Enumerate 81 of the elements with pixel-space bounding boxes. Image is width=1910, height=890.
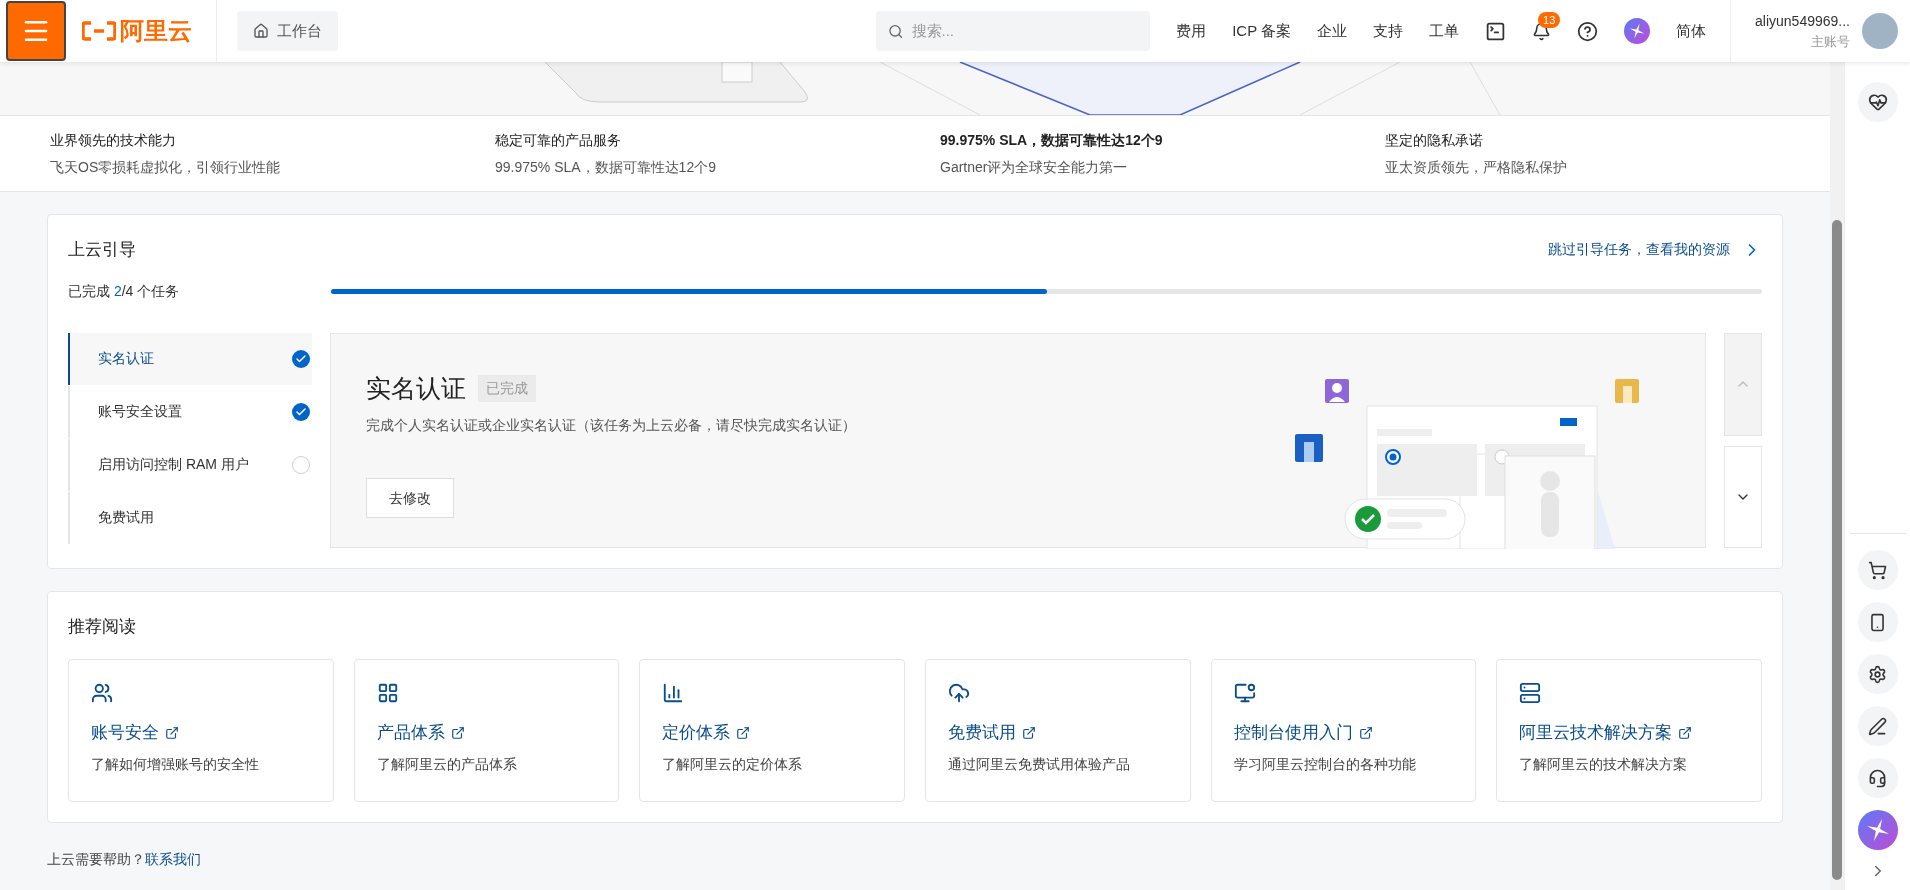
logo-icon: [82, 21, 116, 41]
cloud-upload-icon: [948, 682, 970, 704]
account-name[interactable]: aliyun549969...: [1755, 10, 1850, 32]
article-description: 了解阿里云的定价体系: [662, 754, 804, 774]
article-card[interactable]: 产品体系 了解阿里云的产品体系: [353, 659, 620, 802]
heart-pulse-icon[interactable]: [1867, 92, 1888, 112]
progress-text: 已完成 2/4 个任务: [68, 281, 181, 301]
nav-link[interactable]: 企业: [1317, 19, 1348, 43]
language-link[interactable]: 简体: [1676, 19, 1707, 43]
menu-button[interactable]: [6, 1, 66, 61]
article-description: 了解阿里云的产品体系: [376, 754, 518, 774]
contact-link[interactable]: 联系我们: [145, 851, 201, 867]
scrollbar-thumb[interactable]: [1832, 220, 1842, 880]
status-badge: 已完成: [478, 374, 536, 402]
bar-chart-icon: [662, 682, 685, 704]
nav-link[interactable]: ICP 备案: [1232, 19, 1292, 43]
nav-link[interactable]: 费用: [1176, 19, 1207, 43]
task-description: 完成个人实名认证或企业实名认证（该任务为上云必备，请尽快完成实名认证）: [366, 416, 856, 435]
external-link-icon: [1678, 725, 1693, 740]
article-card[interactable]: 阿里云技术解决方案 了解阿里云的技术解决方案: [1496, 659, 1762, 802]
monitor-icon: [1233, 682, 1256, 704]
feature-title: 稳定可靠的产品服务: [495, 130, 622, 150]
article-description: 了解如何增强账号的安全性: [91, 754, 260, 774]
section-title: 上云引导: [68, 239, 136, 261]
account-role: 主账号: [1811, 32, 1850, 51]
task-item[interactable]: 启用访问控制 RAM 用户: [68, 438, 312, 491]
home-icon: [253, 23, 269, 39]
article-card[interactable]: 账号安全 了解如何增强账号的安全性: [68, 659, 334, 802]
external-link-icon: [736, 725, 751, 740]
phone-icon[interactable]: [1868, 612, 1887, 632]
skip-guide-link[interactable]: 跳过引导任务，查看我的资源: [1548, 239, 1762, 261]
external-link-icon: [1022, 725, 1036, 740]
logo-text: 阿里云: [120, 16, 192, 46]
feature-subtitle: 亚太资质领先，严格隐私保护: [1385, 157, 1568, 177]
scrollbar[interactable]: [1830, 62, 1844, 890]
workspace-button[interactable]: 工作台: [237, 11, 338, 51]
terminal-icon[interactable]: [1485, 20, 1507, 42]
article-link[interactable]: 定价体系: [662, 720, 882, 746]
help-text: 上云需要帮助？: [47, 851, 145, 867]
article-card[interactable]: 控制台使用入门 学习阿里云控制台的各种功能: [1210, 659, 1477, 802]
search-bar[interactable]: 搜索...: [876, 11, 1151, 51]
task-item[interactable]: 免费试用: [68, 491, 312, 544]
settings-icon[interactable]: [1868, 664, 1887, 684]
notification-badge: 13: [1538, 11, 1561, 28]
feature-title: 坚定的隐私承诺: [1385, 130, 1484, 150]
external-link-icon: [1358, 725, 1373, 740]
people-icon: [91, 682, 113, 704]
search-input[interactable]: 搜索...: [911, 19, 1139, 43]
article-link[interactable]: 阿里云技术解决方案: [1519, 720, 1739, 746]
assistant-icon[interactable]: [1624, 18, 1651, 44]
article-link[interactable]: 控制台使用入门: [1233, 720, 1454, 746]
article-description: 了解阿里云的技术解决方案: [1519, 754, 1689, 774]
task-item[interactable]: 账号安全设置: [68, 385, 312, 438]
article-description: 通过阿里云免费试用体验产品: [948, 754, 1131, 774]
task-item[interactable]: 实名认证: [68, 332, 312, 385]
external-link-icon: [165, 725, 179, 740]
article-card[interactable]: 免费试用 通过阿里云免费试用体验产品: [925, 659, 1191, 802]
article-description: 学习阿里云控制台的各种功能: [1233, 754, 1417, 774]
cart-icon[interactable]: [1868, 560, 1887, 580]
article-card[interactable]: 定价体系 了解阿里云的定价体系: [639, 659, 905, 802]
article-link[interactable]: 产品体系: [376, 720, 597, 746]
external-link-icon: [450, 725, 465, 740]
task-title: 实名认证: [366, 372, 466, 404]
feature-subtitle: 99.975% SLA，数据可靠性达12个9: [495, 157, 717, 177]
feature-title: 99.975% SLA，数据可靠性达12个9: [940, 130, 1164, 150]
nav-link[interactable]: 支持: [1373, 19, 1404, 43]
headset-icon[interactable]: [1868, 768, 1887, 788]
feature-title: 业界领先的技术能力: [50, 130, 177, 150]
help-icon[interactable]: [1577, 20, 1599, 42]
modify-button[interactable]: 去修改: [366, 478, 454, 518]
nav-link[interactable]: 工单: [1429, 19, 1460, 43]
grid-icon: [376, 682, 399, 704]
server-icon: [1519, 682, 1542, 704]
article-link[interactable]: 免费试用: [948, 720, 1168, 746]
pen-icon[interactable]: [1868, 716, 1887, 736]
feature-subtitle: 飞天OS零损耗虚拟化，引领行业性能: [50, 157, 282, 177]
search-icon: [888, 22, 904, 40]
assistant-logo-icon[interactable]: [1857, 810, 1898, 850]
article-link[interactable]: 账号安全: [91, 720, 311, 746]
feature-subtitle: Gartner评为全球安全能力第一: [940, 157, 1129, 177]
section-title: 推荐阅读: [68, 616, 136, 636]
